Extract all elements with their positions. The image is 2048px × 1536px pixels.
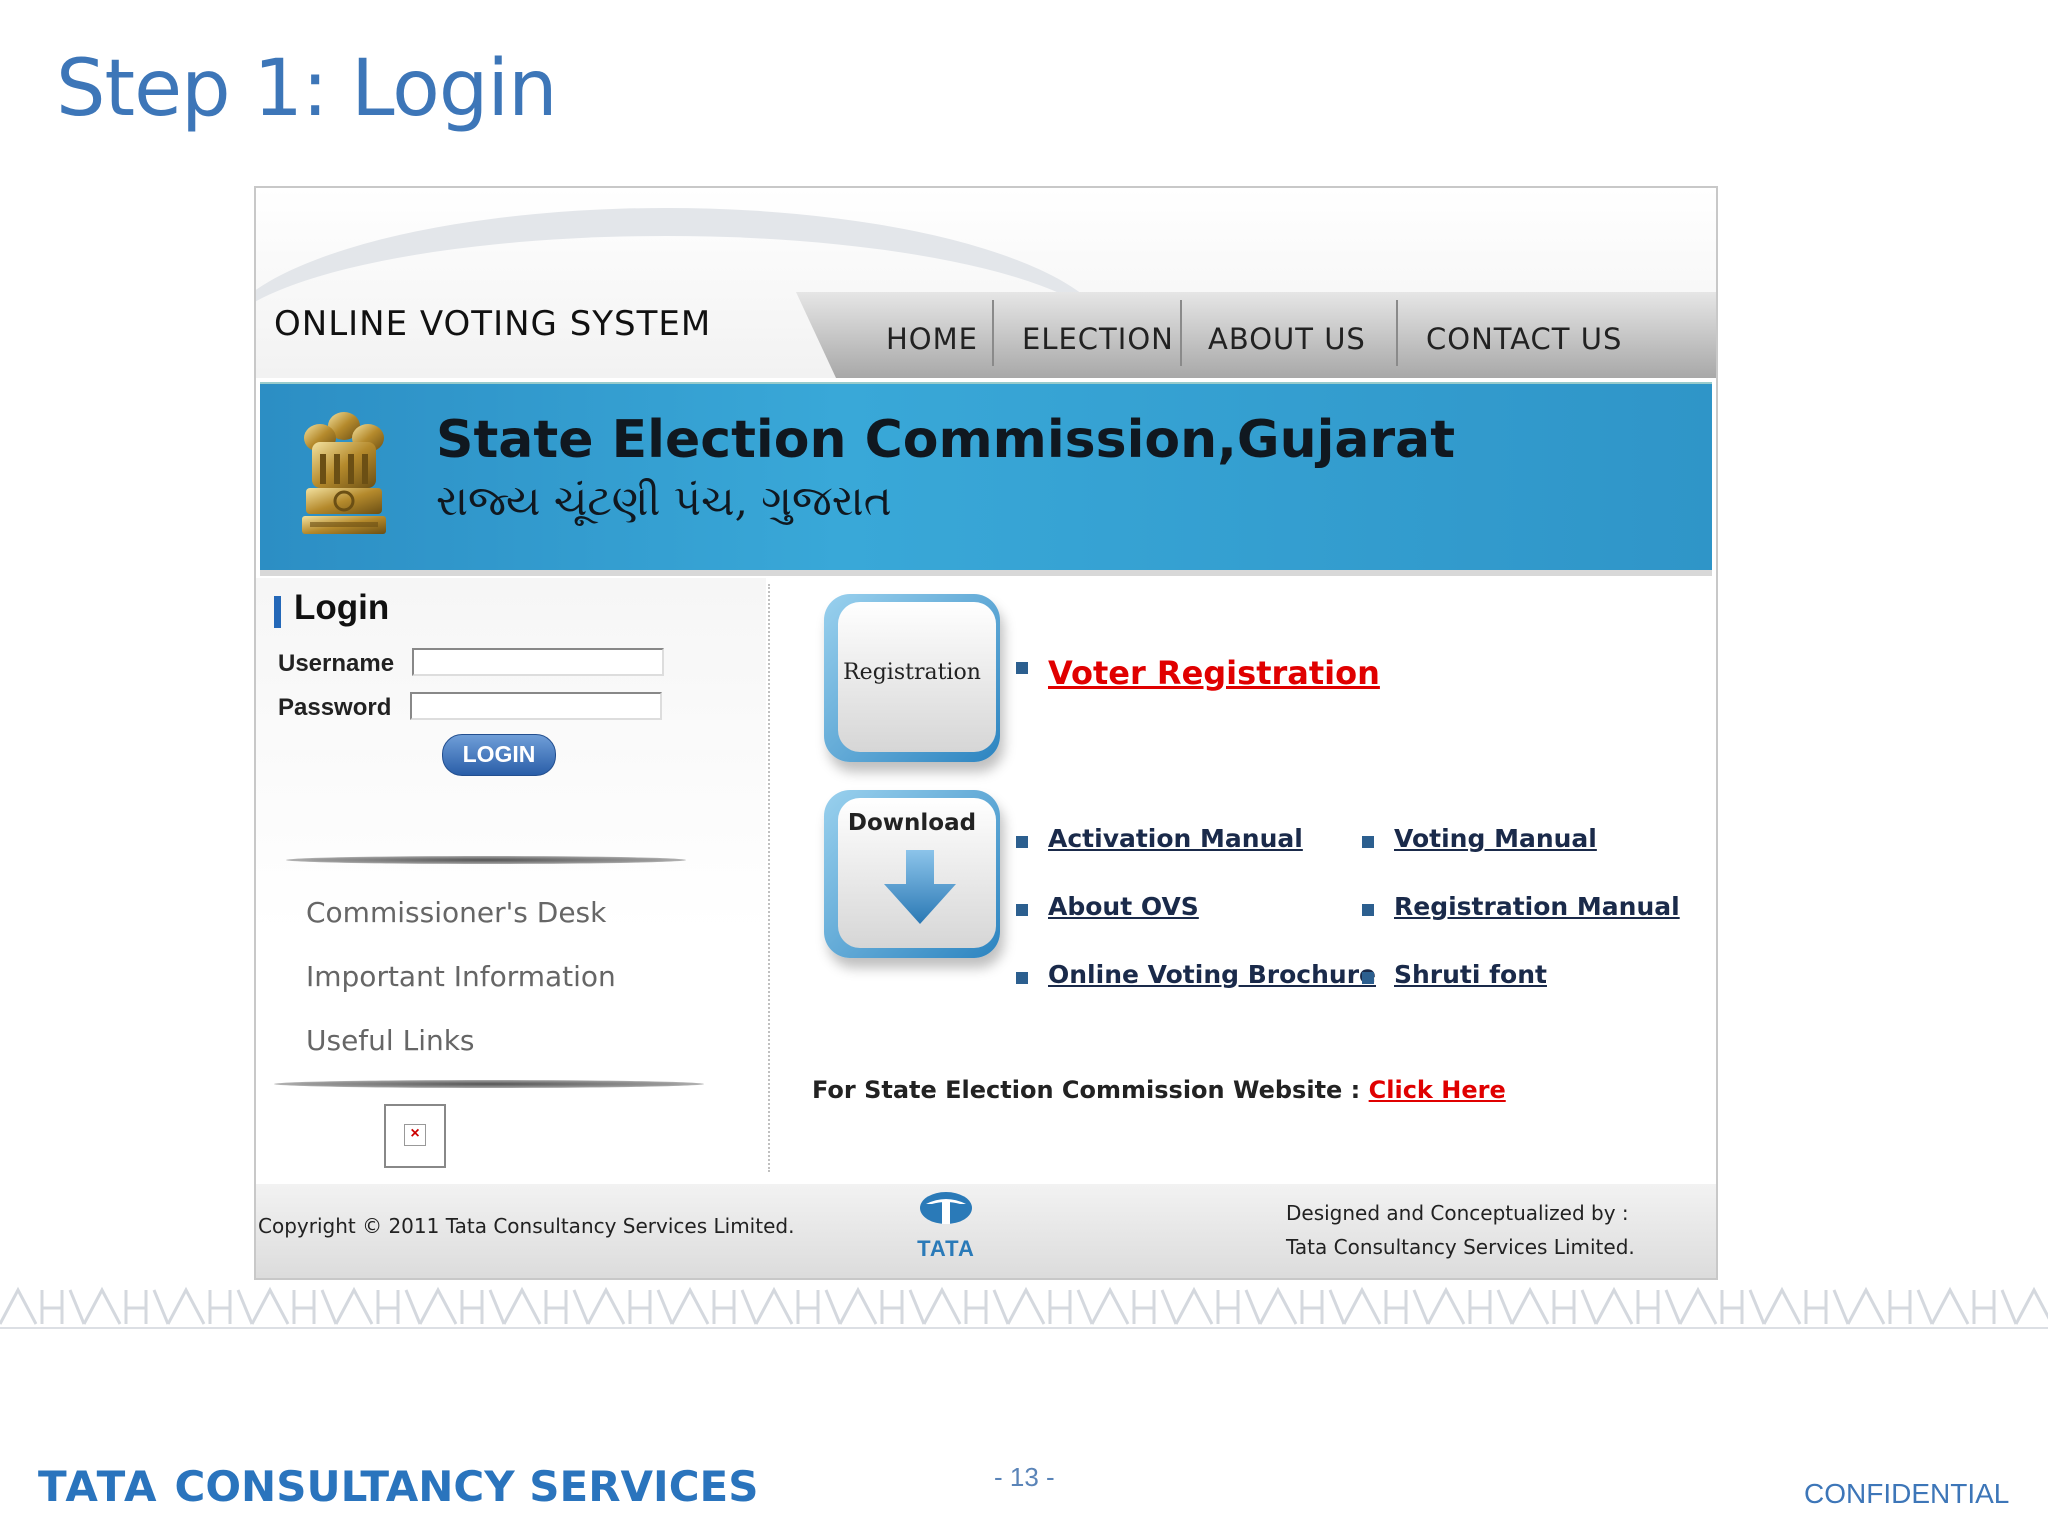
sidebar-top-rule (286, 856, 686, 864)
nav-home[interactable]: HOME (886, 322, 978, 356)
commission-website-line: For State Election Commission Website : … (812, 1076, 1506, 1104)
banner-subtitle-gujarati: રાજ્ય ચૂંટણી પંચ, ગુજરાત (436, 476, 892, 525)
password-input[interactable] (410, 692, 662, 720)
bullet-icon (1016, 904, 1028, 916)
activation-manual-link[interactable]: Activation Manual (1048, 824, 1303, 853)
tata-logo: TATA (906, 1190, 986, 1270)
broken-image-icon: × (404, 1124, 426, 1146)
decorative-pattern-strip (0, 1284, 2048, 1330)
copyright-text: Copyright © 2011 Tata Consultancy Servic… (258, 1214, 795, 1238)
main-nav: HOME ELECTION ABOUT US CONTACT US (796, 292, 1716, 378)
system-title: ONLINE VOTING SYSTEM (274, 304, 712, 344)
tcs-brand-logo: TATA CONSULTANCY SERVICES (38, 1462, 758, 1511)
bullet-icon (1016, 972, 1028, 984)
panel-divider (768, 584, 770, 1172)
online-voting-brochure-link[interactable]: Online Voting Brochure (1048, 960, 1376, 989)
download-tile[interactable]: Download (824, 790, 1000, 958)
nav-contact-us[interactable]: CONTACT US (1426, 322, 1622, 356)
nav-divider (992, 300, 994, 366)
download-tile-label: Download (847, 810, 977, 836)
sidebar-item-commissioners-desk[interactable]: Commissioner's Desk (306, 896, 606, 929)
sidebar-bottom-rule (274, 1080, 704, 1088)
username-label: Username (278, 650, 395, 677)
commission-website-text: For State Election Commission Website : (812, 1076, 1369, 1104)
page-number: - 13 - (994, 1462, 1055, 1492)
tcs-brand-name: CONSULTANCY SERVICES (174, 1462, 759, 1511)
slide-title: Step 1: Login (56, 44, 558, 134)
shruti-font-link[interactable]: Shruti font (1394, 960, 1547, 989)
bullet-icon (1362, 972, 1374, 984)
designed-by: Designed and Conceptualized by : Tata Co… (1286, 1196, 1635, 1264)
nav-divider (1180, 300, 1182, 366)
about-ovs-link[interactable]: About OVS (1048, 892, 1199, 921)
bullet-icon (1016, 662, 1028, 674)
nav-election[interactable]: ELECTION (1022, 322, 1174, 356)
username-input[interactable] (412, 648, 664, 676)
download-arrow-icon (884, 850, 956, 924)
banner-title: State Election Commission,Gujarat (436, 410, 1456, 470)
voter-registration-link[interactable]: Voter Registration (1048, 654, 1380, 692)
commission-website-link[interactable]: Click Here (1369, 1076, 1506, 1104)
site-footer: Copyright © 2011 Tata Consultancy Servic… (256, 1184, 1716, 1278)
login-heading-marker (274, 596, 281, 628)
voting-system-screenshot: ONLINE VOTING SYSTEM HOME ELECTION ABOUT… (254, 186, 1718, 1280)
login-heading: Login (294, 588, 390, 627)
designed-by-line2: Tata Consultancy Services Limited. (1286, 1235, 1635, 1259)
sidebar-item-useful-links[interactable]: Useful Links (306, 1024, 475, 1057)
nav-divider (1396, 300, 1398, 366)
confidential-label: CONFIDENTIAL (1804, 1478, 2010, 1509)
tata-logo-text: TATA (917, 1236, 975, 1261)
registration-tile-label: Registration (843, 660, 981, 685)
tata-emblem-icon (920, 1192, 972, 1224)
broken-image: × (384, 1104, 446, 1168)
registration-tile[interactable]: Registration (824, 594, 1000, 762)
nav-about-us[interactable]: ABOUT US (1208, 322, 1366, 356)
commission-banner: State Election Commission,Gujarat રાજ્ય … (260, 382, 1712, 576)
voting-manual-link[interactable]: Voting Manual (1394, 824, 1597, 853)
registration-manual-link[interactable]: Registration Manual (1394, 892, 1680, 921)
login-button[interactable]: LOGIN (442, 734, 556, 776)
site-header: ONLINE VOTING SYSTEM HOME ELECTION ABOUT… (256, 188, 1716, 378)
bullet-icon (1362, 836, 1374, 848)
state-emblem-icon (302, 412, 386, 534)
sidebar-item-important-information[interactable]: Important Information (306, 960, 616, 993)
designed-by-line1: Designed and Conceptualized by : (1286, 1201, 1629, 1225)
password-label: Password (278, 694, 392, 721)
bullet-icon (1016, 836, 1028, 848)
tcs-brand-tata: TATA (38, 1462, 159, 1511)
bullet-icon (1362, 904, 1374, 916)
